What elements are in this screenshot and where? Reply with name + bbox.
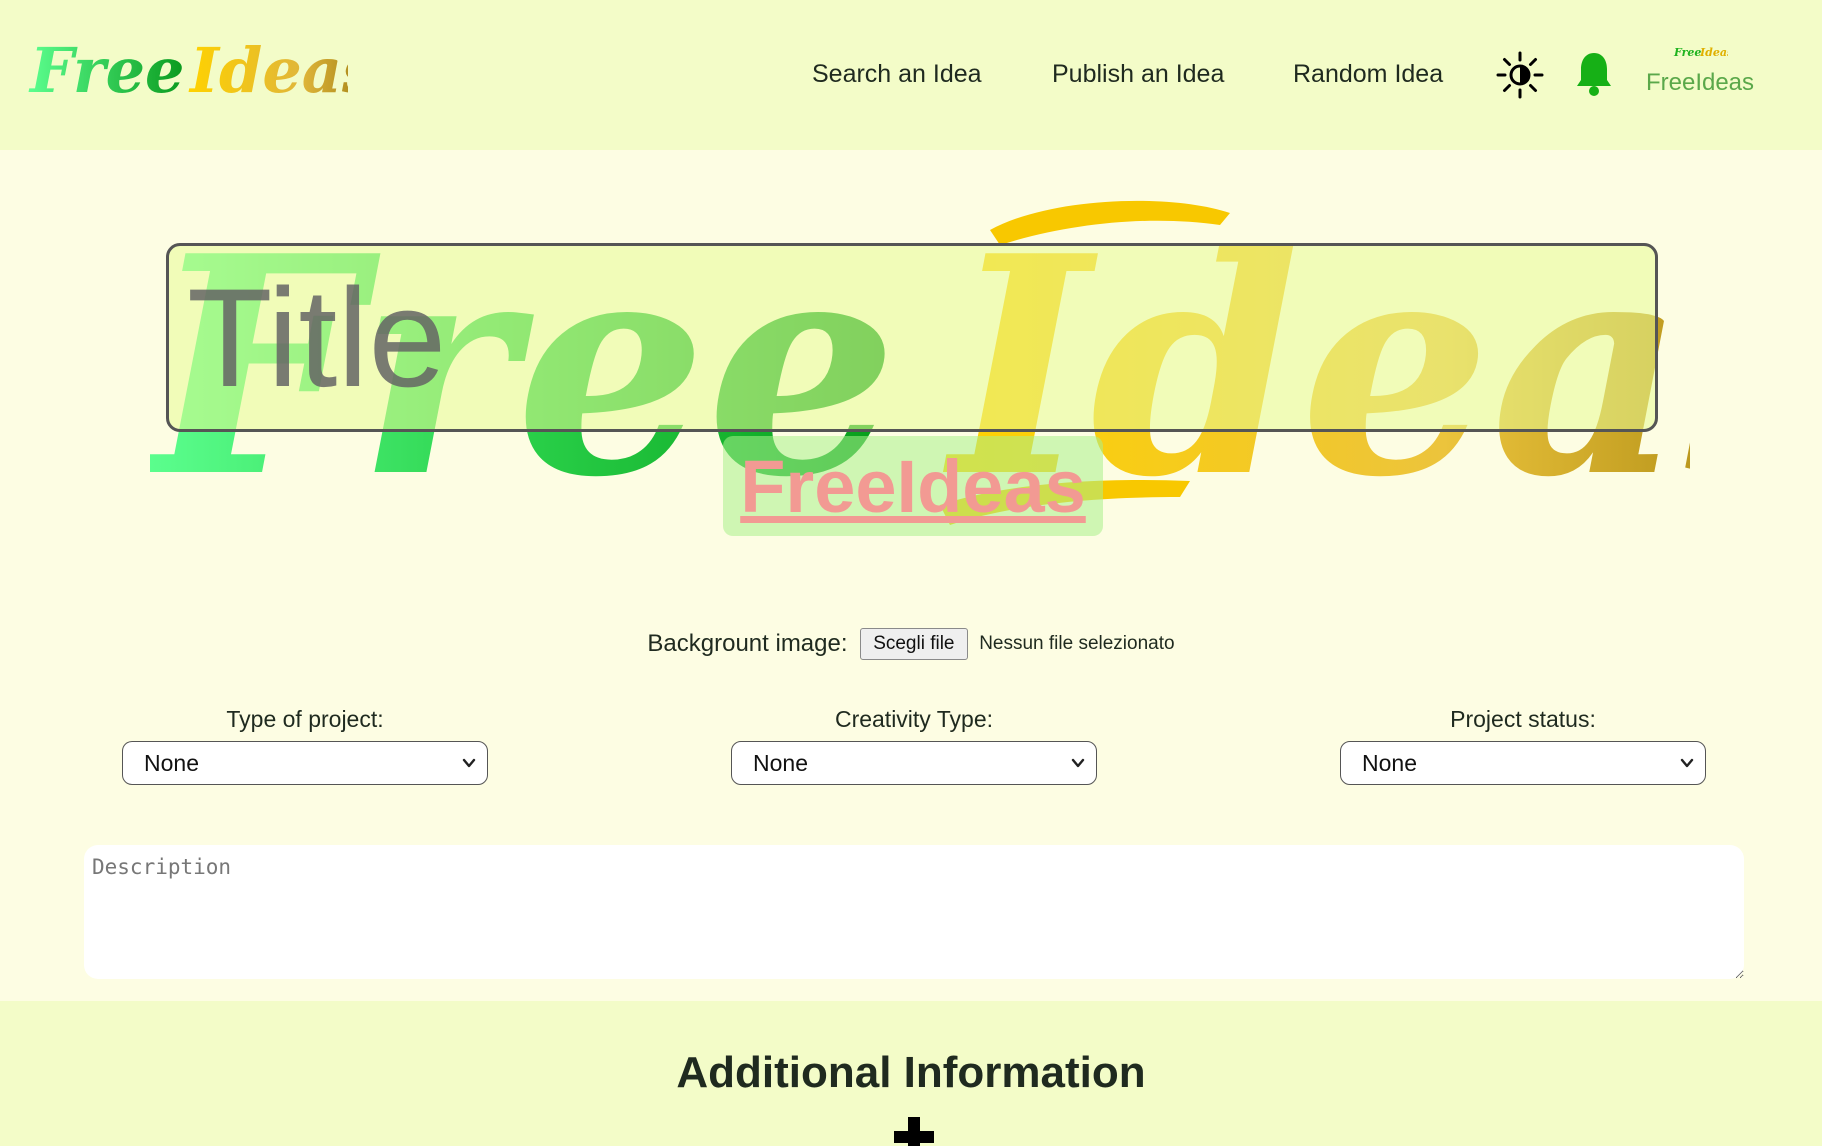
logo-free-text: Free	[28, 34, 185, 107]
project-status-value: None	[1362, 750, 1417, 776]
chevron-down-icon	[1680, 758, 1694, 768]
background-image-row: Backgrount image: Scegli file Nessun fil…	[0, 628, 1822, 660]
nav-publish-idea[interactable]: Publish an Idea	[1052, 60, 1224, 89]
type-of-project-select[interactable]: None	[122, 741, 488, 785]
type-of-project-value: None	[144, 750, 199, 776]
type-of-project-label: Type of project:	[226, 706, 384, 732]
author-link[interactable]: FreeIdeas	[740, 444, 1086, 529]
additional-information-section: Additional Information	[0, 1001, 1822, 1146]
title-input[interactable]	[166, 243, 1658, 432]
creativity-type-select[interactable]: None	[731, 741, 1097, 785]
top-navbar: Free Ideas Search an Idea Publish an Ide…	[0, 0, 1822, 150]
creativity-type-label: Creativity Type:	[834, 706, 994, 732]
freeideas-logo[interactable]: Free Ideas	[28, 28, 348, 118]
nav-search-idea[interactable]: Search an Idea	[812, 60, 982, 89]
choose-file-button[interactable]: Scegli file	[860, 628, 968, 660]
creativity-type-value: None	[753, 750, 808, 776]
additional-information-title: Additional Information	[676, 1048, 1146, 1097]
creativity-type-group: Creativity Type: None	[731, 706, 1097, 785]
plus-icon[interactable]	[890, 1113, 938, 1146]
avatar-free-text: Free	[1673, 46, 1701, 59]
profile-name: FreeIdeas	[1645, 69, 1755, 96]
type-of-project-group: Type of project: None	[122, 706, 488, 785]
sun-icon[interactable]	[1496, 51, 1544, 104]
avatar-ideas-text: Ideas	[1699, 46, 1728, 59]
project-status-select[interactable]: None	[1340, 741, 1706, 785]
profile-menu[interactable]: Free Ideas FreeIdeas	[1640, 44, 1760, 97]
project-status-label: Project status:	[1450, 706, 1596, 732]
bell-icon[interactable]	[1574, 50, 1614, 103]
background-image-label: Backgrount image:	[647, 630, 848, 657]
nav-random-idea[interactable]: Random Idea	[1293, 60, 1443, 89]
description-textarea[interactable]	[84, 845, 1744, 979]
chevron-down-icon	[462, 758, 476, 768]
file-status-text: Nessun file selezionato	[979, 633, 1175, 654]
project-status-group: Project status: None	[1340, 706, 1706, 785]
logo-ideas-text: Ideas	[188, 34, 348, 107]
chevron-down-icon	[1071, 758, 1085, 768]
profile-avatar: Free Ideas	[1673, 46, 1733, 59]
author-badge: FreeIdeas	[723, 436, 1103, 536]
